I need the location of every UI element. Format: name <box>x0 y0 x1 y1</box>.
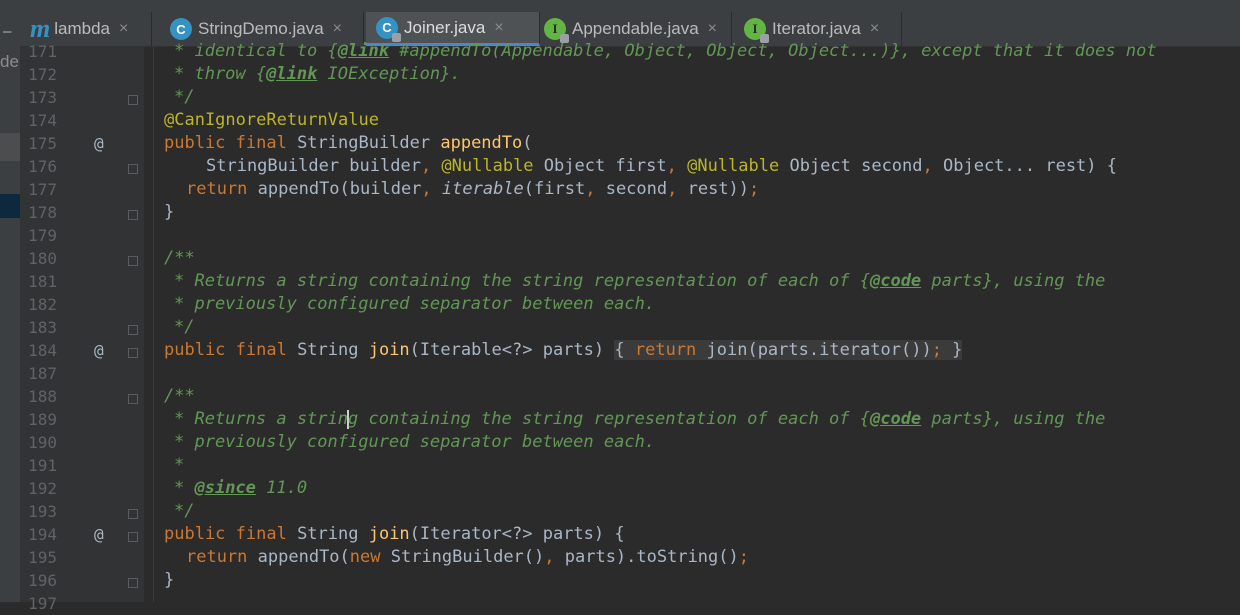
editor-gutter[interactable]: 171 172 173 174 175 176 177 178 179 180 181 182 183 1… <box>20 42 154 613</box>
code-line-182: * previously configured separator betwee… <box>174 294 656 314</box>
close-icon[interactable]: × <box>494 19 503 37</box>
project-tool-strip[interactable]: – de <box>0 0 21 602</box>
collapse-dash[interactable]: – <box>3 24 11 40</box>
fold-marker-icon[interactable] <box>128 348 138 358</box>
fold-marker-icon[interactable] <box>128 256 138 266</box>
line-number: 178 <box>28 203 57 222</box>
line-number: 190 <box>28 433 57 452</box>
line-number: 197 <box>28 594 57 613</box>
tab-label: Appendable.java <box>572 19 699 38</box>
line-number: 182 <box>28 295 57 314</box>
code-line-188: /** <box>164 386 195 406</box>
gutter-divider <box>153 46 154 602</box>
interface-icon: I <box>744 18 769 43</box>
fold-marker-icon[interactable] <box>128 95 138 105</box>
line-number: 187 <box>28 364 57 383</box>
code-editor[interactable]: * identical to {@link #appendTo(Appendab… <box>164 41 1240 602</box>
code-line-195: return appendTo(new StringBuilder(), par… <box>186 547 749 567</box>
line-number: 193 <box>28 502 57 521</box>
code-line-192: * @since 11.0 <box>174 478 308 498</box>
fold-marker-icon[interactable] <box>128 210 138 220</box>
override-marker-icon[interactable]: @ <box>94 132 104 155</box>
close-icon[interactable]: × <box>333 20 342 38</box>
project-panel-fragment: de <box>0 52 19 71</box>
class-icon: C <box>170 18 192 40</box>
close-icon[interactable]: × <box>119 20 128 38</box>
fold-marker-icon[interactable] <box>128 164 138 174</box>
code-line-178: } <box>164 202 175 222</box>
tree-row-selected[interactable] <box>0 194 20 218</box>
tab-label: lambda <box>54 19 110 38</box>
line-number: 188 <box>28 387 57 406</box>
tab-label: StringDemo.java <box>198 19 324 38</box>
class-icon: C <box>376 16 401 42</box>
line-number: 189 <box>28 410 57 429</box>
tab-label: Iterator.java <box>772 19 861 38</box>
fold-marker-icon[interactable] <box>128 325 138 335</box>
fold-marker-icon[interactable] <box>128 509 138 519</box>
code-line-174: @CanIgnoreReturnValue <box>164 110 379 130</box>
code-line-189: * Returns a string containing the string… <box>174 409 1106 429</box>
code-line-196: } <box>164 570 175 590</box>
close-icon[interactable]: × <box>870 20 879 38</box>
fold-marker-icon[interactable] <box>128 578 138 588</box>
code-line-172: * throw {@link IOException}. <box>174 64 461 84</box>
close-icon[interactable]: × <box>708 20 717 38</box>
line-number: 191 <box>28 456 57 475</box>
code-line-176: StringBuilder builder, @Nullable Object … <box>206 156 1117 176</box>
code-line-180: /** <box>164 248 195 268</box>
code-line-193: */ <box>174 501 195 521</box>
line-number: 181 <box>28 272 57 291</box>
code-line-177: return appendTo(builder, iterable(first,… <box>186 179 760 199</box>
code-line-191: * <box>174 455 185 475</box>
override-marker-icon[interactable]: @ <box>94 523 104 546</box>
code-line-183: */ <box>174 317 195 337</box>
line-number: 184 <box>28 341 57 360</box>
line-number: 177 <box>28 180 57 199</box>
line-number: 194 <box>28 525 57 544</box>
fold-marker-icon[interactable] <box>128 532 138 542</box>
method-icon: m <box>30 14 51 43</box>
code-line-184: public final String join(Iterable<?> par… <box>164 340 963 360</box>
line-number: 171 <box>28 42 57 61</box>
line-number: 192 <box>28 479 57 498</box>
code-line-171: * identical to {@link #appendTo(Appendab… <box>174 41 1157 61</box>
override-marker-icon[interactable]: @ <box>94 339 104 362</box>
code-line-173: */ <box>174 87 195 107</box>
line-number: 180 <box>28 249 57 268</box>
line-number: 175 <box>28 134 57 153</box>
line-number: 196 <box>28 571 57 590</box>
interface-icon: I <box>544 18 569 43</box>
line-number: 195 <box>28 548 57 567</box>
code-line-194: public final String join(Iterator<?> par… <box>164 524 625 544</box>
fold-marker-icon[interactable] <box>128 394 138 404</box>
code-line-175: public final StringBuilder appendTo( <box>164 133 533 153</box>
line-number: 173 <box>28 88 57 107</box>
code-line-190: * previously configured separator betwee… <box>174 432 656 452</box>
line-number: 176 <box>28 157 57 176</box>
tab-label: Joiner.java <box>404 17 486 37</box>
code-line-181: * Returns a string containing the string… <box>174 271 1106 291</box>
line-number: 183 <box>28 318 57 337</box>
line-number: 179 <box>28 226 57 245</box>
line-number: 172 <box>28 65 57 84</box>
line-number: 174 <box>28 111 57 130</box>
tree-row-highlight[interactable] <box>0 133 20 161</box>
